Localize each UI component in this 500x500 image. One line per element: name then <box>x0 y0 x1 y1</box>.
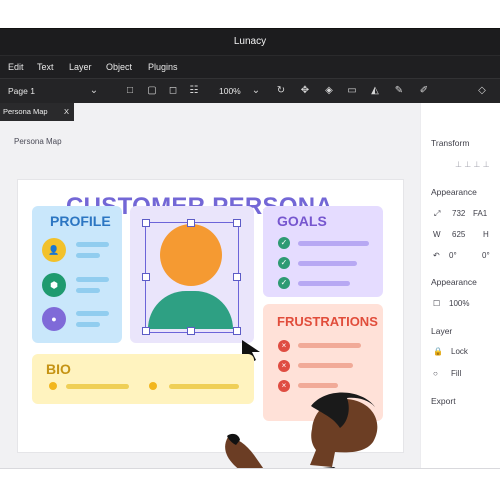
check-icon: ✓ <box>278 257 290 269</box>
selection-box[interactable] <box>145 222 239 333</box>
check-icon: ✓ <box>278 237 290 249</box>
pencil-icon[interactable]: ✐ <box>418 85 430 97</box>
menu-bar: Edit Text Layer Object Plugins <box>0 55 500 79</box>
frustration-line <box>298 383 338 388</box>
profile-line <box>76 242 109 247</box>
frustration-line <box>298 363 353 368</box>
component-icon[interactable]: ✥ <box>299 85 311 97</box>
frustration-line <box>298 343 361 348</box>
w-value[interactable]: 625 <box>452 230 465 239</box>
appearance-secondary-title: Appearance <box>431 277 477 287</box>
menu-edit[interactable]: Edit <box>8 56 24 79</box>
bio-line <box>66 384 129 389</box>
tab-label: Persona Map <box>3 107 48 116</box>
fill-label[interactable]: Fill <box>451 369 461 378</box>
document-tabs: Persona Map X <box>0 103 420 121</box>
opacity-value[interactable]: 100% <box>449 299 469 308</box>
check-icon: ✓ <box>278 277 290 289</box>
fa-value[interactable]: FA1 <box>473 209 487 218</box>
rotation-value-1[interactable]: 0° <box>449 251 457 260</box>
transform-icons: ⊥ ⊥ ⊥ ⊥ <box>455 160 490 169</box>
menu-object[interactable]: Object <box>106 56 132 79</box>
goals-title: GOALS <box>277 213 327 229</box>
app-window: Lunacy Edit Text Layer Object Plugins Pa… <box>0 28 500 469</box>
profile-line <box>76 277 109 282</box>
selection-handle[interactable] <box>142 273 150 281</box>
frame-icon[interactable]: □ <box>124 85 136 97</box>
rectangle-icon[interactable]: ▢ <box>146 85 158 97</box>
rotation-value-2[interactable]: 0° <box>482 251 490 260</box>
profile-line <box>76 253 100 258</box>
menu-layer[interactable]: Layer <box>69 56 92 79</box>
chevron-down-icon[interactable]: ⌄ <box>88 85 100 97</box>
profile-line <box>76 288 100 293</box>
fill-icon: ○ <box>433 369 438 378</box>
avatar-icon: ● <box>42 307 66 331</box>
properties-panel: Transform ⊥ ⊥ ⊥ ⊥ Appearance ⤢ 732 FA1 W… <box>420 103 500 469</box>
lock-label[interactable]: Lock <box>451 347 468 356</box>
bottom-divider <box>0 468 500 469</box>
app-title: Lunacy <box>233 36 267 47</box>
goals-line <box>298 281 350 286</box>
align-icon[interactable]: ◻ <box>167 85 179 97</box>
shield-icon: ⬢ <box>42 273 66 297</box>
rotate-icon[interactable]: ↻ <box>275 85 287 97</box>
person-hand-illustration <box>225 392 378 469</box>
menu-plugins[interactable]: Plugins <box>148 56 178 79</box>
diamond-icon[interactable]: ◇ <box>476 85 488 97</box>
toolbar: Page 1 ⌄ □ ▢ ◻ ☷ 100% ⌄ ↻ ✥ ◈ ▭ ◭ ✎ ✐ ◇ <box>0 78 500 104</box>
zoom-level[interactable]: 100% <box>219 79 241 104</box>
close-icon[interactable]: X <box>64 103 69 121</box>
title-bar: Lunacy <box>0 29 500 55</box>
w-label: W <box>433 230 441 239</box>
goals-line <box>298 261 357 266</box>
pen-icon[interactable]: ✎ <box>393 85 405 97</box>
bio-title: BIO <box>46 361 71 377</box>
selection-handle[interactable] <box>233 327 241 335</box>
selection-handle[interactable] <box>142 219 150 227</box>
close-icon: × <box>278 360 290 372</box>
rotation-icon: ↶ <box>433 251 440 260</box>
selection-handle[interactable] <box>233 273 241 281</box>
close-icon: × <box>278 340 290 352</box>
profile-title: PROFILE <box>50 213 111 229</box>
distribute-icon[interactable]: ☷ <box>188 85 200 97</box>
x-value[interactable]: 732 <box>452 209 465 218</box>
frustrations-title: FRUSTRATIONS <box>277 314 378 329</box>
bullet-icon <box>49 382 57 390</box>
tab-persona-map[interactable]: Persona Map X <box>0 103 74 121</box>
selection-handle[interactable] <box>142 327 150 335</box>
export-section-title: Export <box>431 396 456 406</box>
profile-line <box>76 311 109 316</box>
user-icon: 👤 <box>42 238 66 262</box>
page-selector[interactable]: Page 1 <box>8 79 35 104</box>
selection-handle[interactable] <box>187 327 195 335</box>
goals-line <box>298 241 369 246</box>
appearance-section-title: Appearance <box>431 187 477 197</box>
selection-handle[interactable] <box>233 219 241 227</box>
layer-section-title: Layer <box>431 326 453 336</box>
lock-icon: 🔒 <box>433 347 443 356</box>
image-icon[interactable]: ▭ <box>346 85 358 97</box>
transform-section-title: Transform <box>431 138 470 148</box>
menu-text[interactable]: Text <box>37 56 54 79</box>
profile-line <box>76 322 100 327</box>
resize-icon: ⤢ <box>434 209 441 218</box>
h-label: H <box>483 230 489 239</box>
frame-label: Persona Map <box>14 137 62 146</box>
zoom-chevron-icon[interactable]: ⌄ <box>250 85 262 97</box>
paint-icon[interactable]: ◈ <box>323 85 335 97</box>
path-icon[interactable]: ◭ <box>369 85 381 97</box>
bullet-icon <box>149 382 157 390</box>
selection-handle[interactable] <box>187 219 195 227</box>
opacity-icon: ☐ <box>433 299 441 308</box>
